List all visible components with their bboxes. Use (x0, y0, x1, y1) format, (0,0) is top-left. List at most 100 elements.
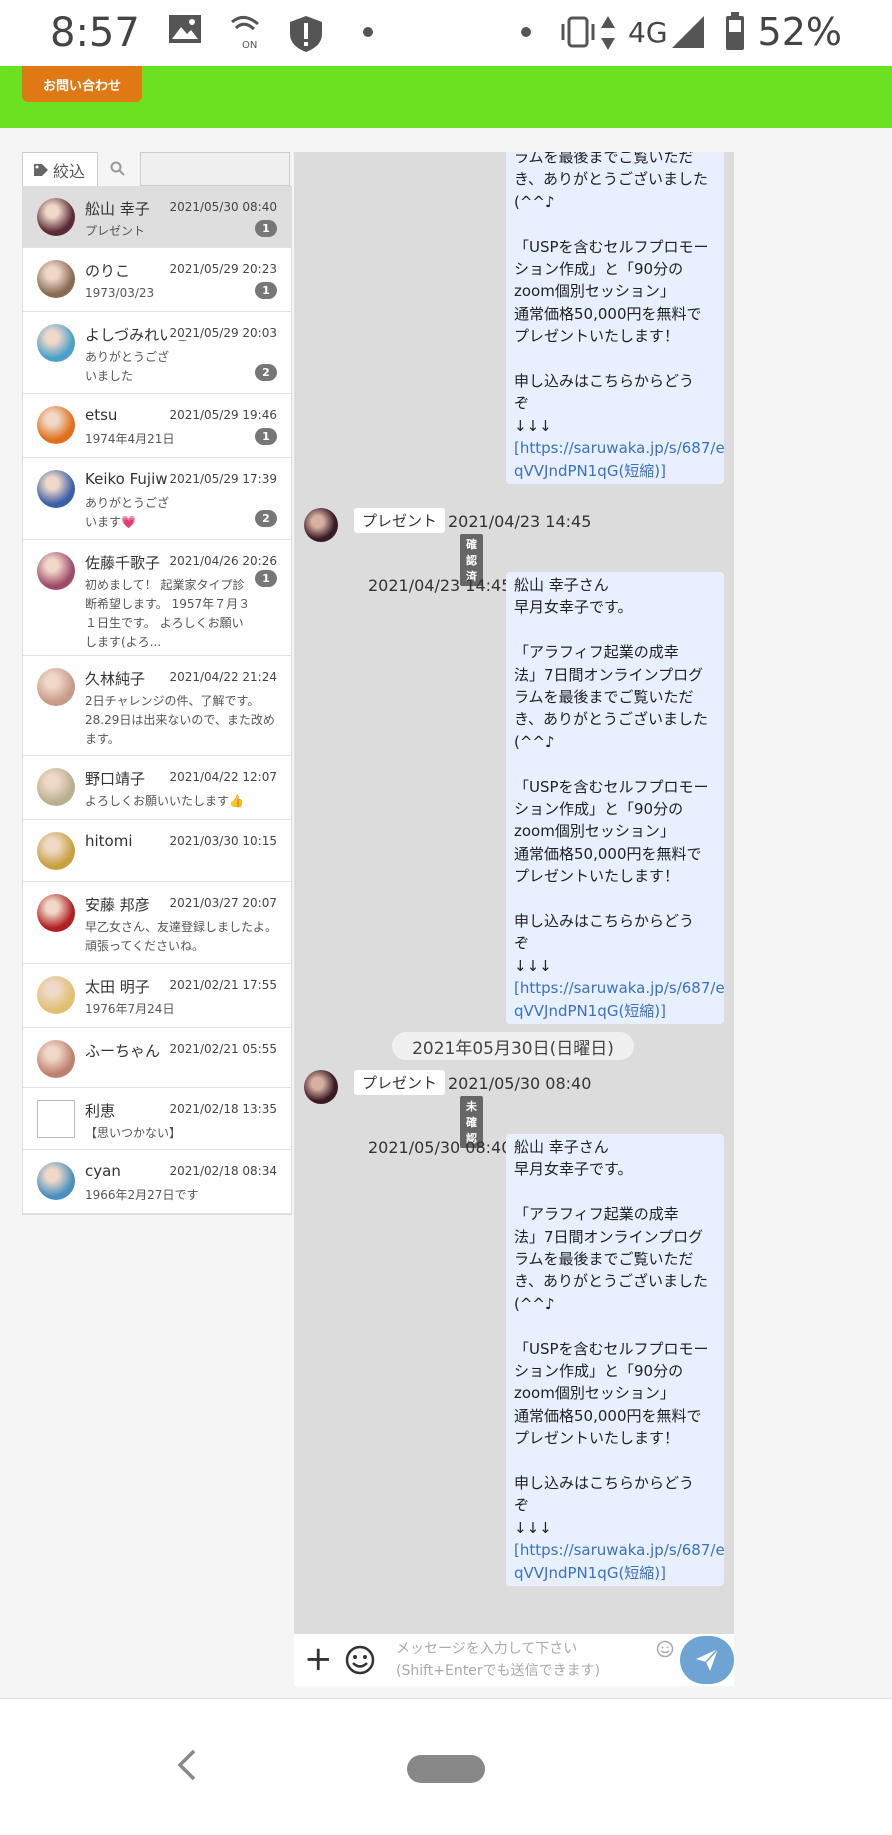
message-line (514, 619, 716, 641)
contact-name: 佐藤千歌子 (85, 554, 161, 572)
message-line: ↓↓↓ (514, 1518, 552, 1537)
avatar (37, 1040, 75, 1078)
contact-name: ふーちゃん (85, 1042, 161, 1060)
contact-item[interactable]: 利恵 2021/02/18 13:35 【思いつかない】 (23, 1088, 291, 1150)
message-line (514, 1181, 716, 1203)
contact-item[interactable]: cyan 2021/02/18 08:34 1966年2月27日です (23, 1150, 291, 1214)
contact-last-message: ありがとうござ いました (85, 350, 269, 383)
avatar (37, 894, 75, 932)
message-line: ラムを最後までご覧いただ (514, 152, 694, 166)
emoji-icon[interactable] (656, 1640, 674, 1658)
status-time: 8:57 (50, 10, 140, 56)
svg-text:ON: ON (242, 40, 257, 50)
message-bubble-incoming: プレゼント (354, 1070, 446, 1095)
contact-date: 2021/05/29 20:03 (167, 326, 277, 340)
app-header: お問い合わせ (0, 66, 892, 128)
unread-count-badge: 1 (255, 282, 277, 299)
message-line: ラムを最後までご覧いただ (514, 1250, 694, 1269)
filter-bar: 絞込 (22, 152, 290, 186)
contact-item[interactable]: 佐藤千歌子 2021/04/26 20:26 初めまして！ 起業家タイプ診断希望しま… (23, 540, 291, 656)
sender-avatar[interactable] (304, 1070, 338, 1104)
filter-label: 絞込 (53, 161, 86, 181)
back-icon[interactable] (174, 1749, 198, 1781)
message-input[interactable]: メッセージを入力して下さい (Shift+Enterでも送信できます) (388, 1634, 664, 1686)
avatar (37, 976, 75, 1014)
contact-item[interactable]: 安藤 邦彦 2021/03/27 20:07 早乙女さん、友達登録しましたよ。 頑張… (23, 882, 291, 964)
avatar (37, 552, 75, 590)
contact-name: 舩山 幸子 (85, 200, 150, 218)
message-line: 「USPを含むセルフプロモー (514, 237, 709, 256)
message-line (514, 1450, 716, 1472)
contact-item[interactable]: 太田 明子 2021/02/21 17:55 1976年7月24日 (23, 964, 291, 1028)
unread-count-badge: 2 (255, 510, 277, 527)
message-line: 法」7日間オンラインプログ (514, 1227, 704, 1246)
filter-tab[interactable]: 絞込 (22, 152, 98, 186)
message-line: zoom個別セッション」 (514, 1384, 675, 1403)
attach-button[interactable]: + (304, 1642, 334, 1678)
message-line: き、ありがとうございました (514, 1272, 708, 1291)
contact-name: 久林純子 (85, 670, 146, 688)
battery-level: 52% (757, 10, 842, 54)
dot-icon (363, 27, 373, 37)
message-line: (^^♪ (514, 1294, 555, 1313)
message-bubble-incoming: プレゼント (354, 508, 446, 533)
data-arrows-icon (601, 16, 615, 50)
message-line: ぞ (514, 394, 530, 413)
contact-name: のりこ (85, 262, 131, 280)
contact-date: 2021/05/30 08:40 (167, 200, 277, 214)
message-line (514, 888, 716, 910)
contact-item[interactable]: etsu 2021/05/29 19:46 1974年4月21日 1 (23, 394, 291, 458)
search-input[interactable] (140, 152, 290, 186)
contact-date: 2021/04/26 20:26 (167, 554, 277, 568)
message-line: 法」7日間オンラインプログ (514, 665, 704, 684)
message-line (514, 213, 716, 235)
avatar (37, 324, 75, 362)
message-bubble-outgoing: 舩山 幸子さん 早月女幸子です。 「アラフィフ起業の成幸 法」7日間オンラインプログラ… (506, 572, 725, 1025)
avatar (37, 768, 75, 806)
message-line: 「アラフィフ起業の成幸 (514, 1205, 679, 1224)
message-link[interactable]: [https://saruwaka.jp/s/687/e qVVJndPN1qG(… (514, 437, 725, 482)
message-line: ぞ (514, 1496, 530, 1515)
contact-item[interactable]: 舩山 幸子 2021/05/30 08:40 プレゼント 1 (23, 186, 291, 248)
message-link[interactable]: [https://saruwaka.jp/s/687/e qVVJndPN1qG(… (514, 977, 725, 1022)
message-line: プレゼントいたします！ (514, 1429, 680, 1448)
search-tab[interactable] (98, 152, 138, 186)
contact-last-message: 1976年7月24日 (85, 1002, 175, 1016)
message-line (514, 753, 716, 775)
search-icon (110, 161, 125, 176)
message-line: 申し込みはこちらからどう (514, 372, 695, 391)
contact-item[interactable]: Keiko Fujiwara 2021/05/29 17:39 ありがとうござ いま… (23, 458, 291, 540)
contact-item[interactable]: 久林純子 2021/04/22 21:24 2日チャレンジの件、了解です。28.29… (23, 656, 291, 756)
contact-date: 2021/02/21 17:55 (167, 978, 277, 992)
avatar (37, 198, 75, 236)
message-link[interactable]: [https://saruwaka.jp/s/687/e qVVJndPN1qG(… (514, 1539, 725, 1584)
contact-item[interactable]: よしづみれいこ 2021/05/29 20:03 ありがとうござ いました 2 (23, 312, 291, 394)
contact-last-message: 1966年2月27日です (85, 1188, 199, 1202)
contact-item[interactable]: ふーちゃん 2021/02/21 05:55 (23, 1028, 291, 1088)
contact-date: 2021/04/22 21:24 (167, 670, 277, 684)
message-time: 2021/04/23 14:45 (448, 512, 592, 531)
contact-name: cyan (85, 1162, 121, 1180)
message-line: ↓↓↓ (514, 956, 552, 975)
system-nav-bar (0, 1698, 892, 1835)
home-button[interactable] (407, 1755, 485, 1783)
avatar (37, 1100, 75, 1138)
send-button[interactable] (680, 1636, 734, 1684)
dot-icon (521, 27, 531, 37)
contact-last-message: 1973/03/23 (85, 286, 155, 300)
contact-item[interactable]: のりこ 2021/05/29 20:23 1973/03/23 1 (23, 248, 291, 312)
contact-name: 利恵 (85, 1102, 116, 1120)
contact-name: etsu (85, 406, 118, 424)
chat-thread: ラムを最後までご覧いただ き、ありがとうございました (^^♪ 「USPを含むセルフプ… (294, 152, 734, 1634)
message-line (514, 1315, 716, 1337)
emoji-icon[interactable] (344, 1644, 376, 1676)
message-line (514, 348, 716, 370)
message-time: 2021/05/30 08:40 (368, 1138, 512, 1157)
sender-avatar[interactable] (304, 508, 338, 542)
avatar (37, 406, 75, 444)
contact-date: 2021/03/27 20:07 (167, 896, 277, 910)
contact-button[interactable]: お問い合わせ (22, 66, 142, 102)
contact-item[interactable]: hitomi 2021/03/30 10:15 (23, 820, 291, 882)
contact-item[interactable]: 野口靖子 2021/04/22 12:07 よろしくお願いいたします👍 (23, 756, 291, 820)
avatar (37, 260, 75, 298)
